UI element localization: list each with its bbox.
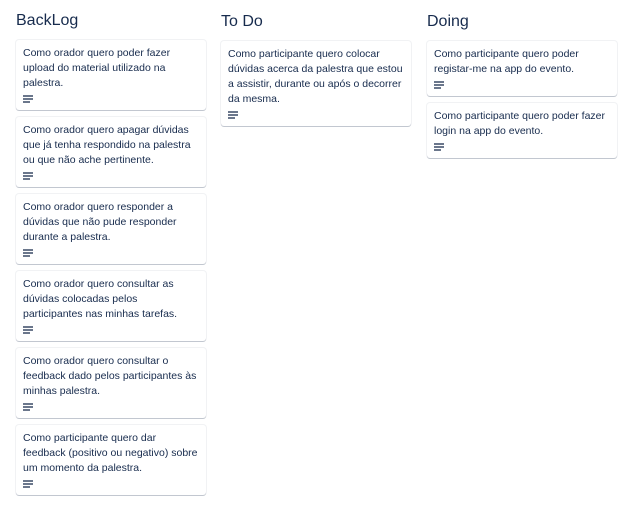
description-icon [434, 81, 444, 90]
card-list: Como participante quero poder registar-m… [427, 41, 617, 158]
column-doing: Doing Como participante quero poder regi… [427, 0, 617, 165]
card[interactable]: Como orador quero consultar as dúvidas c… [16, 271, 206, 341]
column-title[interactable]: To Do [221, 10, 411, 34]
card-title: Como orador quero poder fazer upload do … [23, 47, 171, 89]
card[interactable]: Como participante quero colocar dúvidas … [221, 41, 411, 126]
card-title: Como orador quero responder a dúvidas qu… [23, 201, 177, 243]
card-title: Como participante quero colocar dúvidas … [228, 48, 403, 105]
description-icon [228, 111, 238, 120]
description-icon [23, 249, 33, 258]
column-todo: To Do Como participante quero colocar dú… [221, 0, 411, 133]
card[interactable]: Como participante quero dar feedback (po… [16, 425, 206, 495]
description-icon [23, 480, 33, 489]
card-title: Como participante quero dar feedback (po… [23, 432, 198, 474]
description-icon [434, 143, 444, 152]
column-title[interactable]: Doing [427, 10, 617, 34]
card-title: Como participante quero poder fazer logi… [434, 110, 606, 137]
card-title: Como orador quero consultar o feedback d… [23, 355, 197, 397]
column-title[interactable]: BackLog [16, 9, 206, 33]
card-title: Como participante quero poder registar-m… [434, 48, 579, 75]
card[interactable]: Como participante quero poder fazer logi… [427, 103, 617, 158]
description-icon [23, 403, 33, 412]
card-list: Como orador quero poder fazer upload do … [16, 40, 206, 495]
card[interactable]: Como orador quero apagar dúvidas que já … [16, 117, 206, 187]
card-title: Como orador quero consultar as dúvidas c… [23, 278, 178, 320]
column-backlog: BackLog Como orador quero poder fazer up… [16, 0, 206, 502]
card-list: Como participante quero colocar dúvidas … [221, 41, 411, 126]
card[interactable]: Como participante quero poder registar-m… [427, 41, 617, 96]
card[interactable]: Como orador quero responder a dúvidas qu… [16, 194, 206, 264]
description-icon [23, 95, 33, 104]
card-title: Como orador quero apagar dúvidas que já … [23, 124, 191, 166]
description-icon [23, 326, 33, 335]
description-icon [23, 172, 33, 181]
card[interactable]: Como orador quero poder fazer upload do … [16, 40, 206, 110]
card[interactable]: Como orador quero consultar o feedback d… [16, 348, 206, 418]
